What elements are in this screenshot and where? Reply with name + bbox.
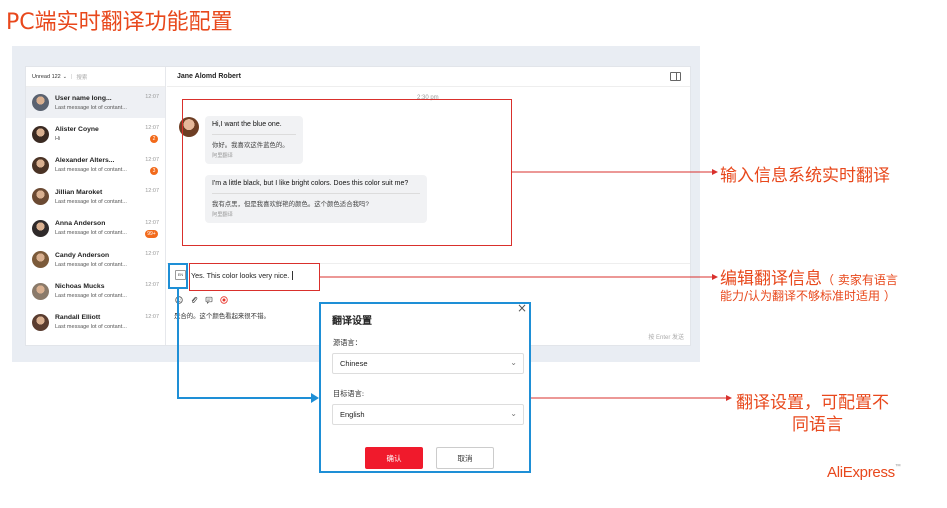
conversation-time: 12:07 xyxy=(145,94,159,100)
brand-name: AliExpress xyxy=(827,464,895,481)
realtime-translation-callout: 输入信息系统实时翻译 xyxy=(720,166,890,186)
conversation-item[interactable]: Nichoas Mucks Last message lot of contant… xyxy=(26,275,165,306)
target-language-value[interactable]: English xyxy=(340,410,365,419)
source-draft-text[interactable]: 是合的。这个颜色看起来很不错。 xyxy=(174,311,270,320)
unread-filter-label[interactable]: Unread 122 xyxy=(32,74,61,80)
dialog-title: 翻译设置 xyxy=(332,316,372,327)
avatar xyxy=(32,251,49,269)
avatar xyxy=(32,156,49,174)
avatar xyxy=(32,313,49,331)
unread-badge: 99+ xyxy=(145,229,158,238)
conversation-time: 12:07 xyxy=(145,282,159,289)
avatar xyxy=(32,94,49,112)
slide-title: PC端实时翻译功能配置 xyxy=(6,10,233,35)
send-hint: 按 Enter 发送 xyxy=(648,335,684,341)
translation-settings-dialog: 翻译设置 × 源语言： Chinese ⌄ 目标语言: English ⌄ 确认… xyxy=(319,301,531,473)
confirm-button[interactable]: 确认 xyxy=(365,447,423,469)
sidebar-filter-bar[interactable]: Unread 122 ⌄ | 搜索 xyxy=(26,67,165,87)
conversation-item[interactable]: User name long... Last message lot of con… xyxy=(26,87,165,119)
conversation-sidebar: Unread 122 ⌄ | 搜索 User name long... Last … xyxy=(26,67,166,345)
brand-trademark: ™ xyxy=(894,464,901,470)
source-language-value[interactable]: Chinese xyxy=(340,359,368,368)
avatar xyxy=(32,219,49,237)
source-language-label: 源语言： xyxy=(333,338,362,347)
sidebar-search-hint[interactable]: 搜索 xyxy=(76,73,87,81)
chevron-down-icon[interactable]: ⌄ xyxy=(510,409,517,418)
unread-badge: 3 xyxy=(150,166,158,175)
conversation-item[interactable]: Candy Anderson Last message lot of contan… xyxy=(26,244,165,275)
avatar xyxy=(32,188,49,206)
conversation-time: 12:07 xyxy=(145,125,159,132)
conversation-time: 12:07 xyxy=(145,250,159,257)
avatar xyxy=(32,282,49,300)
conversation-item[interactable]: Jillian Maroket Last message lot of conta… xyxy=(26,181,165,212)
conversation-item[interactable]: Randall Elliott Last message lot of conta… xyxy=(26,307,165,338)
record-icon[interactable] xyxy=(219,295,228,304)
close-icon[interactable]: × xyxy=(517,301,527,315)
conversation-preview: Hi xyxy=(55,136,61,143)
conversation-preview: Last message lot of contant... xyxy=(55,324,127,331)
conversation-list: User name long... Last message lot of con… xyxy=(26,87,165,338)
conversation-preview: Last message lot of contant... xyxy=(55,293,127,300)
aliexpress-logo: AliExpress™ xyxy=(827,464,901,481)
edit-translation-highlight xyxy=(189,263,320,291)
emoji-icon[interactable] xyxy=(174,295,183,304)
quick-reply-icon[interactable] xyxy=(204,295,213,304)
source-language-select[interactable]: Chinese ⌄ xyxy=(332,353,524,374)
conversation-time: 12:07 xyxy=(145,156,159,163)
cancel-button[interactable]: 取消 xyxy=(436,447,494,469)
chevron-down-icon[interactable]: ⌄ xyxy=(510,358,517,367)
target-language-select[interactable]: English ⌄ xyxy=(332,404,524,425)
conversation-preview: Last message lot of contant... xyxy=(55,261,127,268)
edit-translation-note: （ 卖家有语言 xyxy=(822,273,898,287)
avatar xyxy=(32,125,49,143)
filter-divider: | xyxy=(70,73,73,80)
conversation-preview: Last message lot of contant... xyxy=(55,104,127,111)
contact-name: Jane Alomd Robert xyxy=(177,73,241,80)
edit-translation-callout: 编辑翻译信息（ 卖家有语言 xyxy=(720,264,898,289)
conversation-preview: Last message lot of contant... xyxy=(55,198,127,205)
conversation-item[interactable]: Alister Coyne Hi 12:07 2 xyxy=(26,118,165,149)
conversation-time: 12:07 xyxy=(145,313,159,320)
conversation-time: 12:07 xyxy=(145,188,159,195)
side-panel-icon[interactable] xyxy=(670,72,681,81)
edit-translation-note-2: 能力/认为翻译不够标准时适用 ） xyxy=(720,289,896,303)
chevron-down-icon[interactable]: ⌄ xyxy=(63,74,67,80)
conversation-item[interactable]: Alexander Alters... Last message lot of c… xyxy=(26,150,165,181)
conversation-item[interactable]: Anna Anderson Last message lot of contant… xyxy=(26,213,165,244)
target-language-label: 目标语言: xyxy=(333,389,365,398)
attachment-icon[interactable] xyxy=(189,295,198,304)
conversation-time: 12:07 xyxy=(145,219,159,226)
language-toggle-highlight xyxy=(168,263,188,289)
unread-badge: 2 xyxy=(150,135,158,144)
chat-header: Jane Alomd Robert xyxy=(167,67,690,87)
conversation-preview: Last message lot of contant... xyxy=(55,167,127,174)
compose-toolbar xyxy=(174,295,228,304)
settings-callout-line-2: 同语言 xyxy=(792,415,843,435)
edit-translation-title: 编辑翻译信息 xyxy=(720,269,822,289)
realtime-translation-highlight xyxy=(182,99,512,246)
